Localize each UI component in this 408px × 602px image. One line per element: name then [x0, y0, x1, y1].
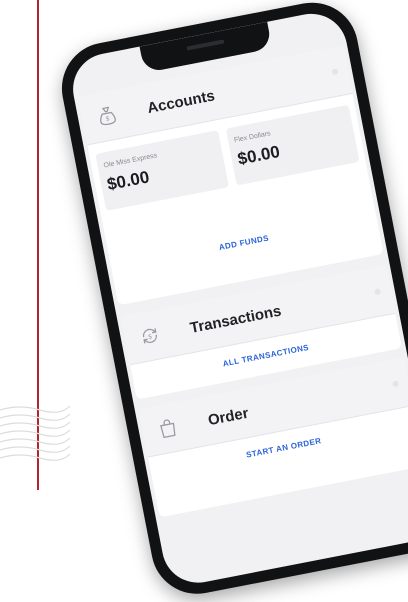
chevron-icon: [392, 380, 400, 388]
phone-mockup: $ Accounts Ole Miss Express $0.00 Flex D…: [54, 0, 408, 602]
chevron-icon: [374, 288, 382, 296]
accounts-card: $ Accounts Ole Miss Express $0.00 Flex D…: [78, 45, 384, 306]
balance-tile-ole-miss-express[interactable]: Ole Miss Express $0.00: [95, 130, 229, 211]
money-bag-icon: $: [100, 106, 116, 126]
order-title: Order: [206, 404, 250, 429]
transactions-title: Transactions: [188, 302, 283, 337]
shopping-bag-icon: [160, 419, 176, 439]
phone-screen: $ Accounts Ole Miss Express $0.00 Flex D…: [66, 7, 408, 589]
decorative-wave-lines: [0, 405, 70, 461]
accounts-title: Accounts: [145, 86, 217, 117]
svg-text:$: $: [105, 114, 111, 123]
balance-tile-flex-dollars[interactable]: Flex Dollars $0.00: [225, 104, 360, 186]
chevron-icon: [331, 68, 339, 76]
svg-text:$: $: [147, 332, 153, 341]
speaker-grille: [186, 39, 225, 51]
add-funds-link[interactable]: ADD FUNDS: [111, 213, 378, 273]
refresh-cycle-icon: $: [142, 328, 157, 344]
